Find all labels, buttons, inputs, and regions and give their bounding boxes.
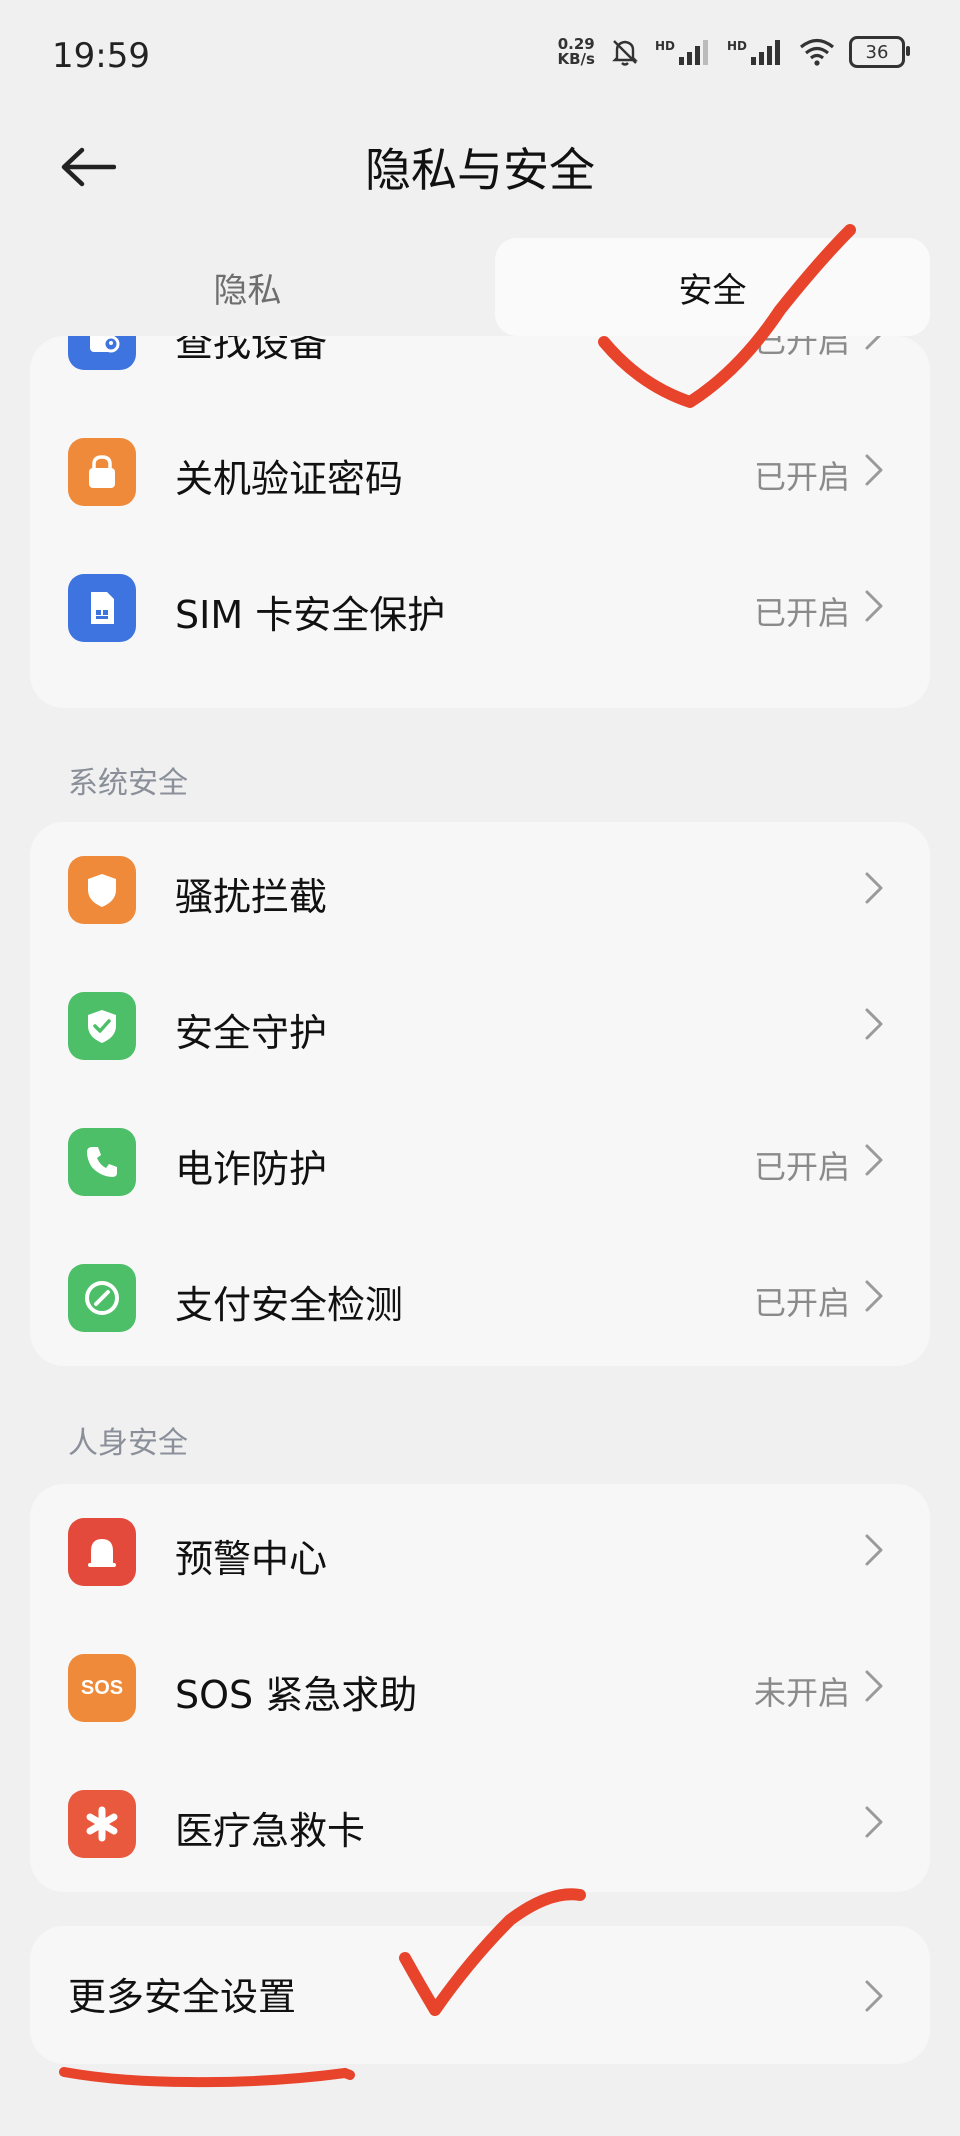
card-device-security: 查找设备 已开启 关机验证密码 已开启 SIM 卡安全保护 已开启 [30,336,930,708]
list-item-label: 安全守护 [175,1011,328,1055]
medical-asterisk-icon [68,1790,136,1858]
list-item-state: 已开启 [753,1148,850,1186]
sim-card-icon [68,574,136,642]
chevron-right-icon [854,1276,894,1316]
chevron-right-icon [854,1666,894,1706]
phone-icon [68,1128,136,1196]
find-device-icon [68,336,136,370]
list-item-sim-protection[interactable]: SIM 卡安全保护 已开启 [30,540,930,676]
list-item-label: SOS 紧急求助 [175,1673,418,1717]
page-title: 隐私与安全 [365,143,595,197]
list-item-state: 已开启 [753,594,850,632]
list-item-label: 骚扰拦截 [175,875,328,919]
shield-check-icon [68,992,136,1060]
underline-annotation [59,2067,355,2088]
sos-icon: SOS [68,1654,136,1722]
list-item-fraud-protection[interactable]: 电诈防护 已开启 [30,1094,930,1230]
list-item-state: 未开启 [753,1674,850,1712]
list-item-label: 关机验证密码 [175,457,404,501]
status-icons: 0.29 KB/s HD HD 36 [558,36,910,68]
bell-muted-icon [609,36,641,68]
list-item-label: SIM 卡安全保护 [175,593,446,637]
list-item-label: 查找设备 [175,336,328,365]
alarm-bell-icon [68,1518,136,1586]
shield-icon [68,856,136,924]
card-personal-safety: 预警中心 SOS SOS 紧急求助 未开启 医疗急救卡 [30,1484,930,1892]
chevron-right-icon [854,868,894,908]
list-item-label: 电诈防护 [175,1147,328,1191]
card-system-security: 骚扰拦截 安全守护 电诈防护 已开启 支付安全检测 已开启 [30,822,930,1366]
list-item-shutdown-password[interactable]: 关机验证密码 已开启 [30,404,930,540]
signal-icon-2: HD [727,39,785,65]
list-item-harassment-block[interactable]: 骚扰拦截 [30,822,930,958]
chevron-right-icon [854,1802,894,1842]
section-label-personal-safety: 人身安全 [68,1426,188,1461]
chevron-right-icon [854,336,894,354]
list-item-medical-card[interactable]: 医疗急救卡 [30,1756,930,1892]
chevron-right-icon [854,1004,894,1044]
tab-security[interactable]: 安全 [495,238,930,336]
lock-icon [68,438,136,506]
compass-icon [68,1264,136,1332]
wifi-icon [799,38,835,66]
header: 隐私与安全 [0,110,960,220]
segmented-tabs: 隐私 安全 [30,238,930,336]
chevron-right-icon [854,1140,894,1180]
list-item-payment-security[interactable]: 支付安全检测 已开启 [30,1230,930,1366]
list-item-security-guard[interactable]: 安全守护 [30,958,930,1094]
net-speed-unit: KB/s [557,50,595,68]
list-item-state: 已开启 [753,1284,850,1322]
battery-icon: 36 [849,36,910,68]
chevron-right-icon [854,1976,894,2016]
chevron-right-icon [854,586,894,626]
list-item-alert-center[interactable]: 预警中心 [30,1484,930,1620]
tab-privacy[interactable]: 隐私 [30,238,465,336]
list-item-find-device[interactable]: 查找设备 已开启 [30,336,930,404]
list-item-state: 已开启 [753,458,850,496]
chevron-right-icon [854,1530,894,1570]
list-item-label: 支付安全检测 [175,1283,404,1327]
sos-icon-text: SOS [80,1676,124,1699]
more-security-settings[interactable]: 更多安全设置 [30,1926,930,2064]
battery-level: 36 [865,41,889,63]
status-bar: 19:59 0.29 KB/s HD HD 36 [0,0,960,110]
chevron-right-icon [854,450,894,490]
signal-icon: HD [655,39,713,65]
more-security-settings-label: 更多安全设置 [68,1975,297,2019]
list-item-state: 已开启 [753,336,850,360]
signal-label-2: HD [726,39,747,53]
status-time: 19:59 [52,36,150,76]
list-item-sos[interactable]: SOS SOS 紧急求助 未开启 [30,1620,930,1756]
list-item-label: 医疗急救卡 [175,1809,366,1853]
section-label-system-security: 系统安全 [68,766,188,801]
list-item-label: 预警中心 [175,1537,328,1581]
net-speed: 0.29 KB/s [558,37,595,67]
signal-label: HD [654,39,675,53]
